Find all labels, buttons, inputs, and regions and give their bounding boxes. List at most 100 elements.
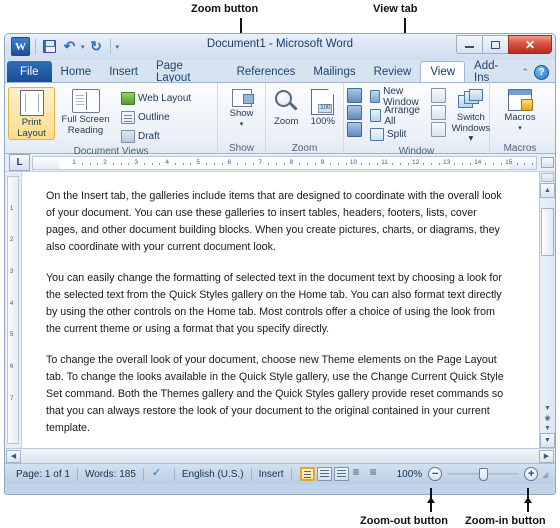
tab-insert[interactable]: Insert xyxy=(100,61,147,82)
annotation-zoom-in-label: Zoom-in button xyxy=(465,515,546,527)
vruler-tick-label: 1 xyxy=(10,205,14,212)
ruler-minor-tick xyxy=(485,162,487,165)
ruler-minor-tick xyxy=(89,162,91,165)
view-side-by-side-2-icon[interactable] xyxy=(430,88,446,103)
previous-page-icon[interactable]: ▼ xyxy=(544,405,551,412)
tab-view[interactable]: View xyxy=(420,61,466,82)
window-extra-toggles xyxy=(430,87,446,137)
macros-label-2: ▾ xyxy=(518,124,522,132)
arrange-all-button[interactable]: Arrange All xyxy=(368,105,425,127)
outline-view-icon[interactable] xyxy=(351,465,366,481)
ruler-minor-tick xyxy=(174,162,176,165)
ruler-minor-tick xyxy=(252,162,254,165)
view-ruler-button[interactable] xyxy=(539,156,555,170)
ruler-minor-tick xyxy=(469,162,471,165)
tab-review[interactable]: Review xyxy=(365,61,421,82)
ruler-minor-tick xyxy=(182,162,184,165)
close-button[interactable]: ✕ xyxy=(508,35,552,54)
ruler-minor-tick xyxy=(500,162,502,165)
ruler-minor-tick xyxy=(159,162,161,165)
print-layout-view-icon[interactable] xyxy=(299,467,315,481)
ruler-minor-tick xyxy=(268,162,270,165)
tab-references[interactable]: References xyxy=(228,61,305,82)
outline-button[interactable]: Outline xyxy=(119,109,193,126)
spell-check-icon[interactable] xyxy=(144,466,174,481)
status-insert-mode[interactable]: Insert xyxy=(252,469,291,480)
ruler-minor-tick xyxy=(120,162,122,165)
ruler-minor-tick xyxy=(423,162,425,165)
draft-view-icon[interactable] xyxy=(368,465,383,481)
vertical-ruler[interactable]: 1 2 3 4 5 6 7 xyxy=(5,172,22,448)
reset-window-position-icon[interactable] xyxy=(347,122,362,137)
next-page-icon[interactable]: ▼ xyxy=(544,425,551,432)
tab-add-ins[interactable]: Add-Ins xyxy=(465,60,521,84)
ruler-tick-label: 12 xyxy=(411,159,420,166)
zoom-in-button[interactable]: + xyxy=(524,467,539,481)
zoom-button[interactable]: Zoom xyxy=(269,87,304,128)
print-layout-button[interactable]: Print Layout xyxy=(8,87,55,140)
scroll-down-button[interactable]: ▼ xyxy=(540,433,555,448)
scroll-right-button[interactable]: ▶ xyxy=(539,449,554,463)
zoom-100-button[interactable]: 100% xyxy=(306,87,341,128)
show-button[interactable]: Show ▾ xyxy=(222,87,262,130)
annotation-zoom-out-label: Zoom-out button xyxy=(360,515,448,527)
tab-file[interactable]: File xyxy=(7,61,52,82)
ruler-minor-tick xyxy=(369,162,371,165)
fsr-label-1: Full Screen xyxy=(61,114,110,125)
synchronous-scrolling-icon[interactable] xyxy=(347,105,362,120)
web-layout-label: Web Layout xyxy=(138,93,192,104)
split-button[interactable]: Split xyxy=(368,126,425,143)
print-layout-icon xyxy=(19,90,44,116)
ribbon-group-show: Show ▾ Show xyxy=(218,83,266,155)
new-window-button[interactable]: New Window xyxy=(368,86,425,108)
select-browse-object-icon[interactable]: ◉ xyxy=(544,415,550,422)
tab-home[interactable]: Home xyxy=(52,61,101,82)
split-label: Split xyxy=(387,129,407,140)
web-layout-view-icon[interactable] xyxy=(333,467,349,481)
draft-button[interactable]: Draft xyxy=(119,128,193,145)
minimize-button[interactable] xyxy=(456,35,483,54)
document-paragraph-3: To change the overall look of your docum… xyxy=(46,354,504,434)
tab-stop-selector[interactable]: L xyxy=(9,154,30,171)
ruler-minor-tick xyxy=(151,162,153,165)
full-screen-reading-button[interactable]: Full Screen Reading xyxy=(57,87,114,136)
full-screen-reading-view-icon[interactable] xyxy=(316,467,332,481)
ruler-minor-tick xyxy=(128,162,130,165)
document-page-area[interactable]: On the Insert tab, the galleries include… xyxy=(22,172,539,448)
ruler-minor-tick xyxy=(361,162,363,165)
horizontal-scrollbar[interactable]: ◀ ▶ xyxy=(5,448,555,463)
zoom-slider-track[interactable] xyxy=(447,467,520,481)
zoom-out-button[interactable]: − xyxy=(428,467,443,481)
resize-grip-icon[interactable]: ◢ xyxy=(542,470,548,479)
horizontal-scroll-track[interactable] xyxy=(22,450,538,463)
scroll-up-button[interactable]: ▲ xyxy=(540,183,555,198)
tab-mailings[interactable]: Mailings xyxy=(304,61,364,82)
status-language[interactable]: English (U.S.) xyxy=(175,469,251,480)
macros-button[interactable]: Macros ▾ xyxy=(498,87,543,134)
reset-position-2-icon[interactable] xyxy=(430,122,446,137)
view-side-by-side-icon[interactable] xyxy=(347,88,362,103)
chevron-up-icon[interactable]: ⌃ xyxy=(521,67,529,78)
ruler-tick-label: 13 xyxy=(443,159,451,166)
title-bar: W ↶ ▾ ↻ ▾ Document1 - Microsoft Word ✕ xyxy=(5,34,555,60)
split-handle[interactable] xyxy=(541,173,554,182)
horizontal-ruler[interactable]: 1 2 3 4 5 6 7 8 9 10 11 12 13 14 15 xyxy=(32,155,537,170)
window-view-toggles xyxy=(347,87,362,137)
vruler-tick-label: 3 xyxy=(10,269,14,275)
ruler-minor-tick xyxy=(524,162,526,165)
help-icon[interactable]: ? xyxy=(534,65,549,80)
status-zoom-level[interactable]: 100% xyxy=(391,469,429,480)
sync-scroll-2-icon[interactable] xyxy=(430,105,446,120)
switch-windows-button[interactable]: Switch Windows ▾ xyxy=(452,87,490,145)
status-word-count[interactable]: Words: 185 xyxy=(78,469,143,480)
status-page-indicator[interactable]: Page: 1 of 1 xyxy=(9,469,77,480)
web-layout-button[interactable]: Web Layout xyxy=(119,90,193,107)
zoom-slider-thumb[interactable] xyxy=(479,467,489,481)
vertical-scrollbar[interactable]: ▲ ▼ ◉ ▼ ▼ xyxy=(539,172,555,448)
restore-button[interactable] xyxy=(482,35,509,54)
scroll-left-button[interactable]: ◀ xyxy=(6,449,21,463)
ruler-minor-tick xyxy=(143,162,145,165)
tab-page-layout[interactable]: Page Layout xyxy=(147,60,228,84)
document-page[interactable]: On the Insert tab, the galleries include… xyxy=(22,172,539,448)
vertical-scroll-thumb[interactable] xyxy=(541,208,554,256)
